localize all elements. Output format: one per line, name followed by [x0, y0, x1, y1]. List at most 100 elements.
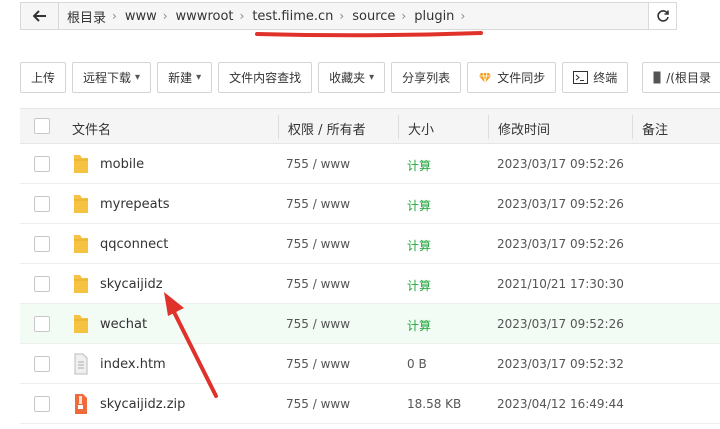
header-perm[interactable]: 权限 / 所有者 — [288, 119, 366, 138]
folder-icon — [74, 315, 88, 333]
folder-icon — [74, 235, 88, 253]
new-button[interactable]: 新建 ▾ — [157, 62, 213, 93]
file-sync-label: 文件同步 — [497, 71, 546, 85]
breadcrumb-item-root[interactable]: 根目录 — [59, 7, 112, 26]
file-mtime: 2023/03/17 09:52:26 — [497, 157, 624, 171]
file-permission[interactable]: 755 / www — [286, 237, 350, 251]
folder-icon — [74, 155, 88, 173]
select-all-checkbox[interactable] — [34, 118, 50, 134]
breadcrumb-item-plugin[interactable]: plugin — [406, 9, 460, 24]
table-row[interactable]: skycaijidz.zip 755 / www 18.58 KB 2023/0… — [20, 384, 720, 424]
terminal-icon — [573, 71, 589, 84]
calculate-size-link[interactable]: 计算 — [407, 317, 431, 334]
breadcrumb-item-site[interactable]: test.fiime.cn — [244, 9, 339, 24]
breadcrumb-item-www[interactable]: www — [117, 9, 163, 24]
file-permission[interactable]: 755 / www — [286, 397, 350, 411]
remote-download-label: 远程下载 — [83, 71, 132, 85]
column-divider — [278, 115, 279, 139]
row-checkbox[interactable] — [34, 196, 50, 212]
column-divider — [398, 115, 399, 139]
favorites-label: 收藏夹 — [329, 71, 366, 85]
file-mtime: 2023/03/17 09:52:26 — [497, 237, 624, 251]
table-row[interactable]: qqconnect 755 / www 计算 2023/03/17 09:52:… — [20, 224, 720, 264]
column-divider — [488, 115, 489, 139]
file-name[interactable]: mobile — [100, 157, 144, 172]
table-row[interactable]: mobile 755 / www 计算 2023/03/17 09:52:26 — [20, 144, 720, 184]
share-list-button[interactable]: 分享列表 — [391, 62, 462, 93]
folder-icon — [74, 195, 88, 213]
file-mtime: 2023/03/17 09:52:26 — [497, 317, 624, 331]
share-list-label: 分享列表 — [402, 71, 451, 85]
table-row[interactable]: wechat 755 / www 计算 2023/03/17 09:52:26 — [20, 304, 720, 344]
arrow-left-icon — [32, 10, 46, 22]
file-mtime: 2023/04/12 16:49:44 — [497, 397, 624, 411]
calculate-size-link[interactable]: 计算 — [407, 237, 431, 254]
row-checkbox[interactable] — [34, 236, 50, 252]
zip-file-icon — [75, 394, 87, 414]
header-mtime[interactable]: 修改时间 — [498, 119, 550, 138]
row-checkbox[interactable] — [34, 316, 50, 332]
terminal-label: 终端 — [593, 71, 618, 85]
content-search-button[interactable]: 文件内容查找 — [218, 62, 313, 93]
file-permission[interactable]: 755 / www — [286, 357, 350, 371]
column-divider — [632, 115, 633, 139]
file-name[interactable]: myrepeats — [100, 197, 170, 212]
chevron-down-icon: ▾ — [369, 72, 375, 83]
chevron-down-icon: ▾ — [196, 72, 202, 83]
upload-button[interactable]: 上传 — [20, 62, 67, 93]
file-permission[interactable]: 755 / www — [286, 157, 350, 171]
header-name[interactable]: 文件名 — [72, 119, 111, 138]
terminal-button[interactable]: 终端 — [562, 62, 629, 93]
header-size[interactable]: 大小 — [408, 119, 434, 138]
refresh-icon — [656, 10, 669, 22]
file-name[interactable]: qqconnect — [100, 237, 168, 252]
file-name[interactable]: wechat — [100, 317, 147, 332]
root-disk-label: /(根目录 — [666, 71, 711, 85]
file-permission[interactable]: 755 / www — [286, 197, 350, 211]
file-mtime: 2023/03/17 09:52:32 — [497, 357, 624, 371]
calculate-size-link[interactable]: 计算 — [407, 277, 431, 294]
file-sync-button[interactable]: 文件同步 — [467, 62, 557, 93]
chevron-right-icon: › — [460, 9, 466, 23]
row-checkbox[interactable] — [34, 356, 50, 372]
file-permission[interactable]: 755 / www — [286, 317, 350, 331]
file-name[interactable]: index.htm — [100, 357, 166, 372]
breadcrumb-item-wwwroot[interactable]: wwwroot — [168, 9, 240, 24]
favorites-button[interactable]: 收藏夹 ▾ — [318, 62, 386, 93]
table-row[interactable]: index.htm 755 / www 0 B 2023/03/17 09:52… — [20, 344, 720, 384]
content-search-label: 文件内容查找 — [229, 71, 302, 85]
file-mtime: 2021/10/21 17:30:30 — [497, 277, 624, 291]
refresh-button[interactable] — [648, 3, 676, 29]
chevron-down-icon: ▾ — [135, 72, 141, 83]
back-button[interactable] — [21, 3, 59, 29]
toolbar: 上传 远程下载 ▾ 新建 ▾ 文件内容查找 收藏夹 ▾ 分享列表 文件同步 终端 /(… — [20, 62, 720, 93]
row-checkbox[interactable] — [34, 156, 50, 172]
header-remark: 备注 — [642, 123, 669, 138]
breadcrumb-item-source[interactable]: source — [344, 9, 401, 24]
file-permission[interactable]: 755 / www — [286, 277, 350, 291]
table-header: 文件名 权限 / 所有者 大小 修改时间 备注 — [20, 108, 720, 144]
root-disk-button[interactable]: /(根目录 — [642, 62, 720, 93]
row-checkbox[interactable] — [34, 396, 50, 412]
table-row[interactable]: skycaijidz 755 / www 计算 2021/10/21 17:30… — [20, 264, 720, 304]
breadcrumb: 根目录 › www › wwwroot › test.fiime.cn › so… — [59, 3, 648, 29]
file-name[interactable]: skycaijidz — [100, 277, 163, 292]
remote-download-button[interactable]: 远程下载 ▾ — [72, 62, 152, 93]
file-size: 0 B — [407, 357, 427, 371]
calculate-size-link[interactable]: 计算 — [407, 157, 431, 174]
disk-icon — [653, 71, 661, 84]
file-mtime: 2023/03/17 09:52:26 — [497, 197, 624, 211]
annotation-arrow — [164, 292, 218, 398]
file-size: 18.58 KB — [407, 397, 462, 411]
folder-icon — [74, 275, 88, 293]
file-icon — [74, 353, 88, 375]
path-bar: 根目录 › www › wwwroot › test.fiime.cn › so… — [20, 2, 677, 30]
diamond-icon — [478, 72, 492, 84]
file-table: 文件名 权限 / 所有者 大小 修改时间 备注 mobile 755 / www… — [20, 108, 720, 424]
new-label: 新建 — [168, 71, 193, 85]
calculate-size-link[interactable]: 计算 — [407, 197, 431, 214]
upload-label: 上传 — [31, 71, 56, 85]
table-row[interactable]: myrepeats 755 / www 计算 2023/03/17 09:52:… — [20, 184, 720, 224]
row-checkbox[interactable] — [34, 276, 50, 292]
annotation-underline — [255, 31, 483, 38]
